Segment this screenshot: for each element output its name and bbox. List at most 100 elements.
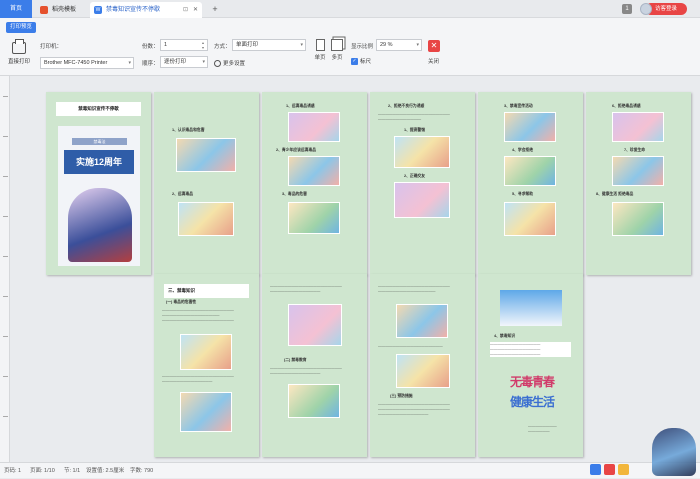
- docer-icon: [40, 6, 48, 14]
- caption: 2、远离毒品: [172, 192, 194, 196]
- caption: 1、提高警惕: [404, 128, 426, 132]
- chevron-down-icon: ▾: [202, 59, 205, 65]
- more-settings-button[interactable]: 更多设置: [214, 59, 246, 68]
- ruler-checkbox[interactable]: ✓ 标尺: [351, 57, 372, 66]
- illustration: [394, 182, 450, 218]
- multi-page-label: 多页: [331, 55, 343, 61]
- page-text: ———————————————————— ——————————————: [270, 284, 342, 293]
- cover-tag: 禁毒法: [72, 138, 127, 145]
- chevron-down-icon: ▾: [416, 42, 419, 48]
- caption: 2、青少年应该远离毒品: [276, 148, 317, 152]
- illustration: [504, 156, 556, 186]
- calligraphy-line-1: 无毒青春: [509, 375, 555, 389]
- status-section: 节: 1/1: [64, 468, 81, 474]
- vertical-ruler[interactable]: [0, 76, 10, 462]
- illustration: [396, 354, 450, 388]
- page-text: ———————————————————— ————————————————: [378, 284, 450, 293]
- illustration: [288, 112, 340, 142]
- caption: 7、珍爱生命: [624, 148, 646, 152]
- illustration: [176, 138, 236, 172]
- page-2[interactable]: 1、认识毒品和危害 2、远离毒品: [154, 92, 259, 275]
- zoom-select[interactable]: 29 % ▾: [376, 39, 422, 51]
- close-tab-icon[interactable]: ✕: [193, 2, 198, 18]
- copies-input[interactable]: 1 ▴ ▾: [160, 39, 208, 51]
- mode-value: 单面打印: [236, 42, 259, 48]
- tray-app-icon[interactable]: [604, 464, 615, 475]
- multi-page-button[interactable]: 多页: [329, 39, 345, 61]
- status-setting: 设置值: 2.5厘米: [86, 468, 125, 474]
- page-title: 3、禁毒宣传活动: [504, 104, 533, 108]
- page-text: ———————————————————— ——————————————: [162, 374, 234, 383]
- cover-banner: 实施12周年: [64, 150, 134, 174]
- direct-print-button[interactable]: 直接打印: [6, 39, 32, 72]
- order-label: 顺序：: [142, 61, 159, 67]
- tab-document[interactable]: W 禁毒知识宣传不停歇 ⊡ ✕: [90, 2, 202, 18]
- pin-icon[interactable]: ⊡: [183, 2, 188, 18]
- tab-document-label: 禁毒知识宣传不停歇: [106, 7, 161, 13]
- more-settings-label: 更多设置: [223, 61, 246, 67]
- illustration: [180, 334, 232, 370]
- avatar[interactable]: [640, 3, 652, 15]
- page-10[interactable]: 4、禁毒知识 —————————————— —————————————— —————…: [478, 274, 583, 457]
- caption: 5、寻求帮助: [512, 192, 534, 196]
- caption: 2、正确交友: [404, 174, 426, 178]
- single-page-label: 单页: [314, 55, 326, 61]
- caption: 3、毒品的危害: [282, 192, 307, 196]
- status-pages: 页面: 1/10: [30, 468, 55, 474]
- caption: 1、认识毒品和危害: [172, 128, 205, 132]
- print-preview-toolbar: 打印预览 直接打印 打印机： Brother MFC-7450 Printer …: [0, 18, 700, 76]
- illustration: [288, 384, 340, 418]
- illustration: [394, 136, 450, 168]
- page-title: 2、拒绝不良行为诱惑: [388, 104, 425, 108]
- illustration: [504, 202, 556, 236]
- preview-pane[interactable]: 禁毒知识宣传不停歇 禁毒法 实施12周年 1、认识毒品和危害 2、远离毒品 1、…: [10, 76, 700, 462]
- stepper-icon[interactable]: ▴ ▾: [200, 40, 206, 50]
- close-preview-button[interactable]: ✕: [428, 40, 440, 52]
- illustration: [612, 112, 664, 142]
- illustration: [504, 112, 556, 142]
- tray-app-icon[interactable]: [618, 464, 629, 475]
- page-9[interactable]: ———————————————————— ———————————————— ———…: [370, 274, 475, 457]
- mascot-figure: [652, 428, 696, 476]
- mode-label: 方式：: [214, 44, 231, 50]
- notification-badge[interactable]: 1: [622, 4, 632, 14]
- single-page-button[interactable]: 单页: [313, 39, 327, 61]
- page-4[interactable]: 2、拒绝不良行为诱惑 ———————————————————— —————————…: [370, 92, 475, 275]
- chevron-down-icon: ▾: [300, 42, 303, 48]
- page-text: ————————————————————————————————————————…: [490, 342, 571, 357]
- order-value: 逐份打印: [164, 59, 187, 65]
- order-select[interactable]: 逐份打印 ▾: [160, 56, 208, 68]
- page-text: ————————————————————————————————————————…: [378, 402, 450, 416]
- mode-select[interactable]: 单面打印 ▾: [232, 39, 306, 51]
- tab-docer[interactable]: 稻壳模板: [36, 2, 86, 18]
- page-title: 1、远离毒品诱惑: [286, 104, 315, 108]
- page-6[interactable]: 6、拒绝毒品诱惑 7、珍爱生命 8、健康生活 拒绝毒品: [586, 92, 691, 275]
- cover-figure: [68, 188, 132, 262]
- chevron-down-icon: ▾: [128, 60, 131, 66]
- page-5[interactable]: 3、禁毒宣传活动 4、学会拒绝 5、寻求帮助: [478, 92, 583, 275]
- home-tab[interactable]: 首页: [0, 0, 32, 18]
- page-3[interactable]: 1、远离毒品诱惑 2、青少年应该远离毒品 3、毒品的危害: [262, 92, 367, 275]
- direct-print-label: 直接打印: [7, 59, 30, 65]
- caption: 8、健康生活 拒绝毒品: [596, 192, 634, 196]
- zoom-label: 显示比例: [351, 44, 374, 50]
- page-7[interactable]: 三、禁毒知识 (一) 毒品的危害性 ———————————————————— ——…: [154, 274, 259, 457]
- zoom-value: 29 %: [380, 42, 393, 48]
- printer-select[interactable]: Brother MFC-7450 Printer ▾: [40, 57, 134, 69]
- page-1[interactable]: 禁毒知识宣传不停歇 禁毒法 实施12周年: [46, 92, 151, 275]
- close-label: 关闭: [428, 59, 440, 65]
- ruler-label: 标尺: [360, 59, 372, 65]
- copies-value: 1: [164, 42, 168, 48]
- tab-print-preview[interactable]: 打印预览: [6, 22, 36, 33]
- page-8[interactable]: ———————————————————— —————————————— (二) 禁…: [262, 274, 367, 457]
- caption: (二) 禁毒教育: [284, 358, 307, 362]
- status-words: 字数: 790: [130, 468, 154, 474]
- printer-icon: [12, 39, 26, 54]
- new-tab-button[interactable]: +: [208, 2, 222, 16]
- cover-image: 禁毒法 实施12周年: [58, 126, 140, 266]
- single-page-icon: [315, 39, 325, 51]
- tray-app-icon[interactable]: [590, 464, 601, 475]
- illustration: [500, 290, 562, 326]
- illustration: [178, 202, 234, 236]
- illustration: [288, 304, 342, 346]
